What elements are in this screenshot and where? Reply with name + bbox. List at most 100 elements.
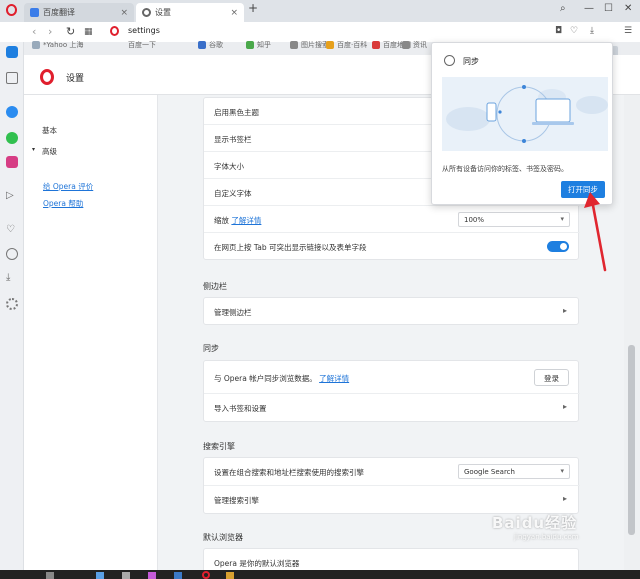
close-tab-icon[interactable]: × xyxy=(120,8,128,18)
tab-settings[interactable]: 设置 × xyxy=(136,3,244,22)
bookmark-icon xyxy=(402,41,410,49)
zoom-learn-more-link[interactable]: 了解详情 xyxy=(231,216,261,225)
os-taskbar xyxy=(0,570,640,579)
send-icon[interactable]: ▷ xyxy=(6,190,18,202)
baidu-watermark: Baidu经验 jingyan.baidu.com xyxy=(492,512,610,550)
camera-icon[interactable]: ◘ xyxy=(555,26,562,36)
bookmark-item[interactable]: 谷歌 xyxy=(198,40,223,50)
manage-sidebar-row[interactable]: 管理侧边栏 ▸ xyxy=(204,298,580,325)
close-tab-icon[interactable]: × xyxy=(230,8,238,18)
maximize-icon[interactable]: ☐ xyxy=(604,3,613,14)
taskbar-app-icon[interactable] xyxy=(174,572,182,579)
home-icon[interactable] xyxy=(6,46,18,58)
opera-logo-icon xyxy=(40,69,54,85)
taskbar-opera-icon[interactable] xyxy=(202,571,210,579)
tab-baidu-translate[interactable]: 百度翻译 × xyxy=(24,3,134,22)
manage-search-engines-row[interactable]: 管理搜索引擎 ▸ xyxy=(204,486,580,514)
watermark-logo-text: Baidu经验 xyxy=(492,514,578,532)
search-engine-row: 设置在组合搜索和地址栏搜索使用的搜索引擎 Google Search ▾ xyxy=(204,458,580,486)
tab-highlight-row: 在网页上按 Tab 可突出显示链接以及表单字段 xyxy=(204,233,580,260)
easy-setup-icon[interactable]: ☰ xyxy=(624,26,632,36)
bookmark-item[interactable]: 百度·百科 xyxy=(326,40,367,50)
taskbar-app-icon[interactable] xyxy=(46,572,54,579)
forward-icon[interactable]: › xyxy=(48,25,52,38)
address-field[interactable]: settings xyxy=(128,26,160,35)
annotation-arrow-icon xyxy=(584,192,607,272)
search-card: 设置在组合搜索和地址栏搜索使用的搜索引擎 Google Search ▾ 管理搜索… xyxy=(203,457,580,514)
sync-illustration xyxy=(442,77,608,151)
sidebar-card: 管理侧边栏 ▸ xyxy=(203,297,579,325)
devices-sync-illustration-icon xyxy=(446,85,608,143)
sync-card: 与 Opera 帐户同步浏览数据。 了解详情 登录 导入书签和设置 ▸ xyxy=(203,360,580,422)
bookmark-icon xyxy=(326,41,334,49)
opera-page-icon xyxy=(110,26,119,36)
bookmark-item[interactable]: *Yahoo 上海 xyxy=(32,40,83,50)
speed-dial-sidebar-icon[interactable] xyxy=(6,72,18,84)
section-title-search: 搜索引擎 xyxy=(203,442,235,451)
tab-search-icon[interactable]: ⌕ xyxy=(560,3,566,14)
heart-icon[interactable]: ♡ xyxy=(6,224,18,236)
reload-icon[interactable]: ↻ xyxy=(66,25,75,38)
download-icon[interactable]: ⤓ xyxy=(590,26,594,36)
taskbar-app-icon[interactable] xyxy=(148,572,156,579)
chevron-right-icon: ▸ xyxy=(562,402,567,411)
heart-icon[interactable]: ♡ xyxy=(570,26,578,36)
section-title-sidebar: 侧边栏 xyxy=(203,282,227,291)
section-title-sync: 同步 xyxy=(203,344,219,353)
bookmark-icon xyxy=(372,41,380,49)
scrollbar-thumb[interactable] xyxy=(628,345,635,535)
search-engine-select[interactable]: Google Search ▾ xyxy=(458,464,570,479)
sync-popup: 同步 从所有设备访问你的标签、书签及密码。 打开同步 xyxy=(431,42,613,205)
settings-nav: 基本 ▾ 高级 给 Opera 评价 Opera 帮助 xyxy=(24,95,158,575)
opera-menu-icon[interactable] xyxy=(6,4,17,16)
rate-opera-link[interactable]: 给 Opera 评价 xyxy=(43,181,93,192)
popup-title: 同步 xyxy=(463,57,479,66)
bookmark-item[interactable]: 百度一下 xyxy=(128,40,156,50)
speed-dial-icon[interactable]: ▦ xyxy=(84,27,93,37)
login-button[interactable]: 登录 xyxy=(534,369,569,386)
tab-title: 设置 xyxy=(155,8,171,17)
chevron-down-icon: ▾ xyxy=(560,467,564,475)
download-icon[interactable]: ⤓ xyxy=(6,272,18,284)
zoom-select[interactable]: 100% ▾ xyxy=(458,212,570,227)
tab-strip: 百度翻译 × 设置 × + ⌕ — ☐ ✕ xyxy=(0,0,640,22)
import-bookmarks-row[interactable]: 导入书签和设置 ▸ xyxy=(204,394,580,422)
address-bar-row: ‹ › ↻ ▦ settings ◘ ♡ ⤓ ☰ xyxy=(0,22,640,60)
taskbar-app-icon[interactable] xyxy=(226,572,234,579)
chevron-right-icon: ▸ xyxy=(562,306,567,315)
section-title-default-browser: 默认浏览器 xyxy=(203,533,243,542)
gear-icon xyxy=(142,8,151,17)
chevron-down-icon: ▾ xyxy=(560,215,564,223)
watermark-sub-text: jingyan.baidu.com xyxy=(514,533,579,541)
sync-account-row: 与 Opera 帐户同步浏览数据。 了解详情 登录 xyxy=(204,361,580,394)
bookmark-icon xyxy=(32,41,40,49)
bookmark-item[interactable]: 图片搜索 xyxy=(290,40,329,50)
taskbar-app-icon[interactable] xyxy=(122,572,130,579)
opera-help-link[interactable]: Opera 帮助 xyxy=(43,198,83,209)
popup-description: 从所有设备访问你的标签、书签及密码。 xyxy=(442,165,568,173)
bookmark-item[interactable]: 知乎 xyxy=(246,40,271,50)
nav-advanced-caret-icon[interactable]: ▾ xyxy=(32,146,35,153)
tab-title: 百度翻译 xyxy=(43,8,75,17)
settings-icon[interactable] xyxy=(6,298,18,310)
new-tab-icon[interactable]: + xyxy=(248,1,258,15)
whatsapp-icon[interactable] xyxy=(6,132,18,144)
nav-basic[interactable]: 基本 xyxy=(42,125,57,136)
minimize-icon[interactable]: — xyxy=(584,3,594,14)
taskbar-app-icon[interactable] xyxy=(96,572,104,579)
tab-highlight-toggle[interactable] xyxy=(547,241,569,252)
back-icon[interactable]: ‹ xyxy=(32,25,36,38)
bookmark-icon xyxy=(198,41,206,49)
instagram-icon[interactable] xyxy=(6,156,18,168)
bookmark-icon xyxy=(290,41,298,49)
window-close-icon[interactable]: ✕ xyxy=(624,3,632,14)
bookmark-icon xyxy=(246,41,254,49)
account-icon xyxy=(444,55,455,66)
toggle-knob xyxy=(560,243,567,250)
history-icon[interactable] xyxy=(6,248,18,260)
messenger-icon[interactable] xyxy=(6,106,18,118)
nav-advanced[interactable]: 高级 xyxy=(42,146,57,157)
sync-learn-more-link[interactable]: 了解详情 xyxy=(319,374,349,383)
bookmark-item[interactable]: 资讯 xyxy=(402,40,427,50)
zoom-row: 缩放 了解详情 100% ▾ xyxy=(204,206,580,233)
